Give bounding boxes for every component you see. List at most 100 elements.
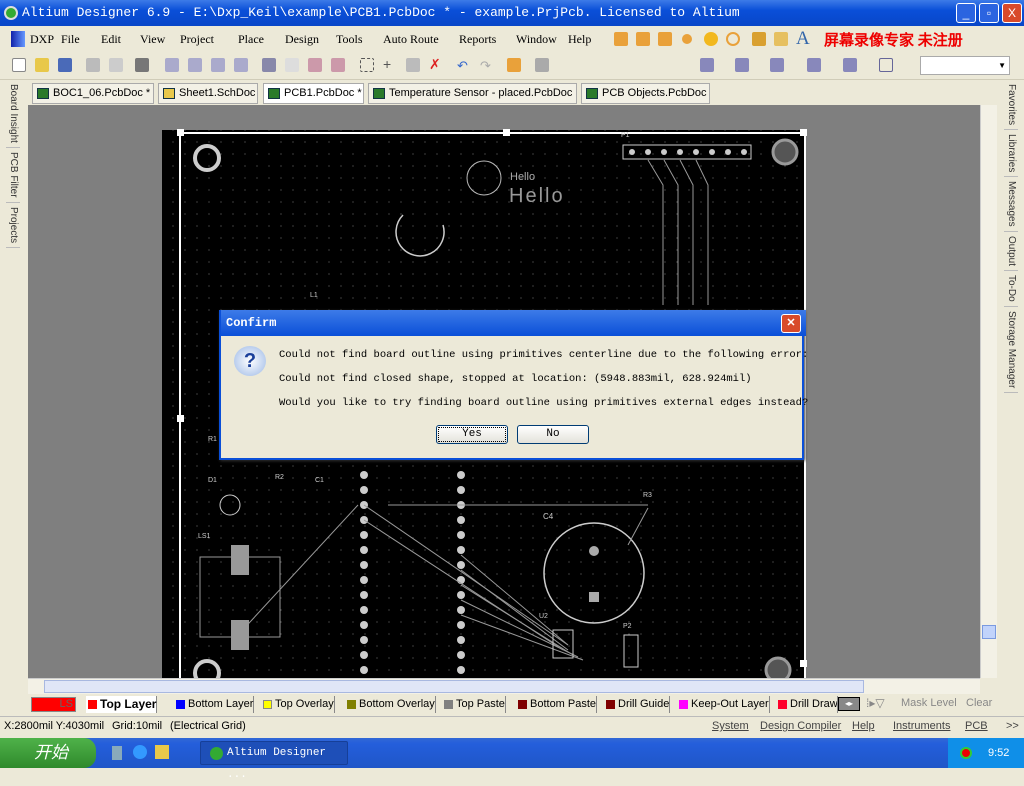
panel-libraries[interactable]: Libraries [1004,130,1018,178]
room-icon[interactable] [843,58,857,72]
layer-tab-bottom-paste[interactable]: Bottom Paste [516,696,598,713]
zoom-filtered-icon[interactable] [234,58,248,72]
minimize-button[interactable]: _ [956,3,976,23]
wire-tool-icon[interactable] [658,32,672,46]
recording-icon [960,747,972,759]
mask-level-button[interactable]: Mask Level [901,697,957,709]
clear-filter-icon[interactable]: ✗ [429,57,443,72]
grid-icon[interactable] [879,58,893,72]
tab-sheet1[interactable]: Sheet1.SchDoc [158,83,258,104]
status-instruments-button[interactable]: Instruments [893,720,950,732]
menu-edit[interactable]: Edit [101,32,121,47]
menu-view[interactable]: View [140,32,165,47]
combo-dropdown[interactable]: ▼ [920,56,1010,75]
polygon-icon[interactable] [774,32,788,46]
tab-pcb1[interactable]: PCB1.PcbDoc * [263,83,364,104]
panel-to-do[interactable]: To-Do [1004,271,1018,307]
layer-tab-bottom[interactable]: Bottom Layer [174,696,255,713]
panel-projects[interactable]: Projects [6,203,20,248]
fill-icon[interactable] [752,32,766,46]
status-pcb-button[interactable]: PCB [965,720,988,732]
zoom-area-icon[interactable] [188,58,202,72]
redo-icon[interactable]: ↷ [480,58,494,73]
layer-tab-top-overlay[interactable]: Top Overlay [261,696,335,713]
current-layer-swatch[interactable]: LS [31,697,76,712]
crossprobe-icon[interactable] [507,58,521,72]
layer-tab-drill-drawing[interactable]: Drill Draw [776,696,838,713]
filter-icon[interactable]: ⁞▸▽ [866,696,885,710]
distribute-icon[interactable] [735,58,749,72]
quicklaunch-icon[interactable] [155,745,169,759]
menu-help[interactable]: Help [568,32,591,47]
horizontal-scrollbar[interactable] [28,678,980,694]
vertical-scrollbar[interactable] [980,105,997,678]
menu-project[interactable]: Project [180,32,214,47]
open-icon[interactable] [35,58,49,72]
browse-components-icon[interactable] [535,58,549,72]
select-area-icon[interactable] [360,58,374,72]
scroll-thumb[interactable] [982,625,996,639]
status-help-button[interactable]: Help [852,720,875,732]
print-icon[interactable] [86,58,100,72]
panel-storage-manager[interactable]: Storage Manager [1004,307,1018,394]
dimension-icon[interactable] [807,58,821,72]
tab-pcb-objects[interactable]: PCB Objects.PcbDoc [581,83,710,104]
print-preview-icon[interactable] [109,58,123,72]
tab-boc1[interactable]: BOC1_06.PcbDoc * [32,83,154,104]
menu-tools[interactable]: Tools [336,32,363,47]
zoom-fit-icon[interactable] [165,58,179,72]
deselect-icon[interactable] [406,58,420,72]
new-icon[interactable] [12,58,26,72]
status-system-button[interactable]: System [712,720,749,732]
layer-tab-keep-out[interactable]: Keep-Out Layer [677,696,770,713]
clear-button[interactable]: Clear [966,697,992,709]
move-icon[interactable]: + [383,57,397,72]
wire-tool-icon[interactable] [614,32,628,46]
close-button[interactable]: X [1002,3,1022,23]
string-icon[interactable]: A [796,28,810,50]
zoom-selected-icon[interactable] [211,58,225,72]
find-icon[interactable] [770,58,784,72]
no-button[interactable]: No [517,425,589,444]
layer-tab-bottom-overlay[interactable]: Bottom Overlay [345,696,436,713]
status-more-button[interactable]: >> [1006,720,1019,732]
cut-icon[interactable] [262,58,276,72]
align-icon[interactable] [700,58,714,72]
scroll-thumb[interactable] [44,680,864,693]
layer-color-swatch [347,700,356,709]
panel-pcb-filter[interactable]: PCB Filter [6,148,20,203]
layer-tab-drill-guide[interactable]: Drill Guide [604,696,671,713]
quicklaunch-icon[interactable] [112,746,122,760]
yes-button[interactable]: Yes [436,425,508,444]
paste-icon[interactable] [308,58,322,72]
via-icon[interactable] [682,34,692,44]
layer-tab-top[interactable]: Top Layer [86,696,158,713]
menu-file[interactable]: File [61,32,80,47]
rubber-stamp-icon[interactable] [331,58,345,72]
menu-reports[interactable]: Reports [459,32,496,47]
layer-stack-icon[interactable] [135,58,149,72]
layer-tab-top-paste[interactable]: Top Paste [442,696,506,713]
layer-scroll-arrows[interactable]: ◂▸ [838,697,860,711]
tab-temperature-sensor[interactable]: Temperature Sensor - placed.PcbDoc [368,83,577,104]
menu-design[interactable]: Design [285,32,319,47]
panel-favorites[interactable]: Favorites [1004,80,1018,131]
wire-tool-icon[interactable] [636,32,650,46]
start-button[interactable]: 开始 [0,738,96,768]
panel-board-insight[interactable]: Board Insight [6,80,20,148]
panel-output[interactable]: Output [1004,232,1018,272]
dialog-close-button[interactable]: ✕ [781,314,801,333]
menu-auto-route[interactable]: Auto Route [383,32,439,47]
ie-icon[interactable] [133,745,147,759]
panel-messages[interactable]: Messages [1004,177,1018,233]
save-icon[interactable] [58,58,72,72]
menu-place[interactable]: Place [238,32,264,47]
copy-icon[interactable] [285,58,299,72]
menu-dxp[interactable]: DXP [30,32,54,47]
pad-icon[interactable] [704,32,718,46]
maximize-button[interactable]: ▫ [979,3,999,23]
undo-icon[interactable]: ↶ [457,58,471,73]
menu-window[interactable]: Window [516,32,557,47]
arc-icon[interactable] [726,32,740,46]
status-design-compiler-button[interactable]: Design Compiler [760,720,841,732]
